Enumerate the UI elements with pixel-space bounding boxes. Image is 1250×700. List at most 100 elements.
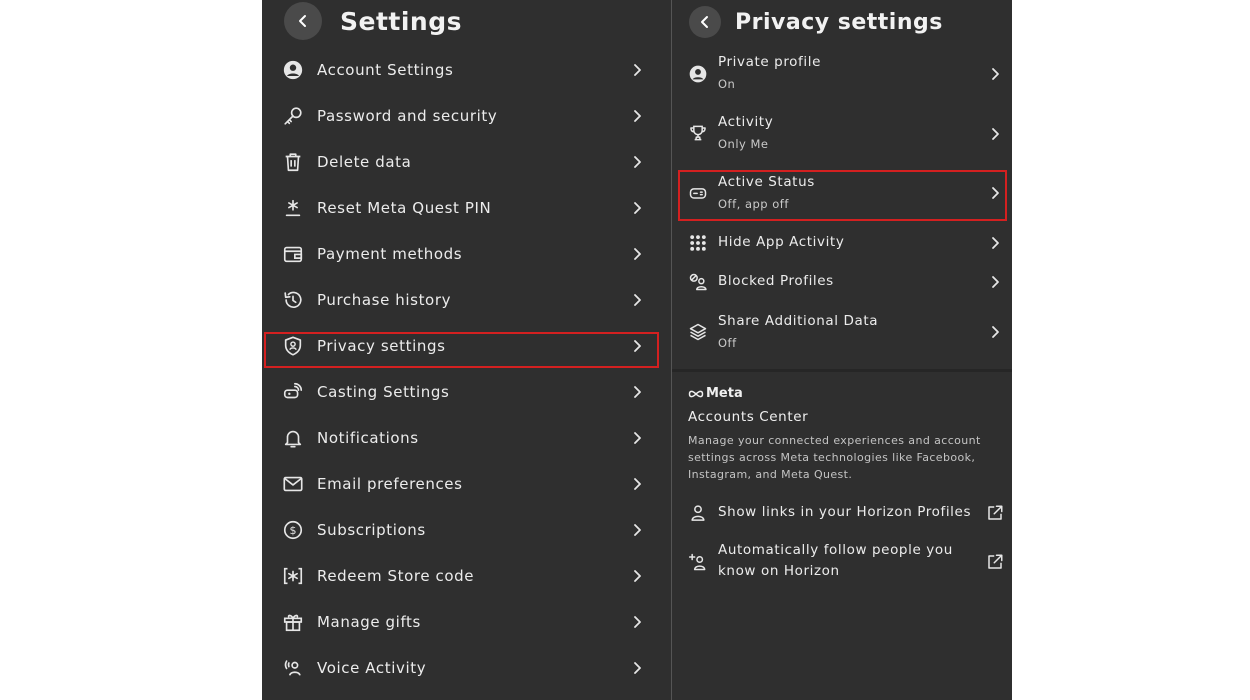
chevron-right-icon (634, 524, 641, 536)
settings-item-account-settings[interactable]: Account Settings (262, 47, 671, 93)
chevron-right-icon (992, 68, 999, 80)
settings-item-label: Reset Meta Quest PIN (317, 199, 492, 217)
page-title: Privacy settings (735, 9, 943, 35)
section-divider (672, 369, 1012, 372)
privacy-item-label: Blocked Profiles (718, 273, 834, 289)
back-button[interactable] (284, 2, 322, 40)
settings-item-password-security[interactable]: Password and security (262, 93, 671, 139)
privacy-item-label: Active Status (718, 174, 815, 190)
settings-item-payment-methods[interactable]: Payment methods (262, 231, 671, 277)
privacy-item-private-profile[interactable]: Private profile On (672, 48, 1012, 100)
page-title: Settings (340, 6, 463, 36)
settings-item-label: Notifications (317, 429, 419, 447)
settings-item-label: Account Settings (317, 61, 454, 79)
privacy-item-label: Private profile (718, 54, 821, 70)
accounts-link-auto-follow[interactable]: Automatically follow people you know on … (672, 537, 1012, 587)
account-circle-icon (688, 64, 708, 84)
settings-item-email-preferences[interactable]: Email preferences (262, 461, 671, 507)
svg-text:$: $ (290, 524, 297, 537)
chevron-right-icon (992, 326, 999, 338)
chevron-right-icon (634, 570, 641, 582)
settings-item-voice-activity[interactable]: Voice Activity (262, 645, 671, 691)
privacy-item-value: On (718, 77, 736, 91)
settings-item-redeem-store-code[interactable]: Redeem Store code (262, 553, 671, 599)
trash-icon (282, 151, 304, 173)
settings-item-purchase-history[interactable]: Purchase history (262, 277, 671, 323)
casting-icon (282, 381, 304, 403)
privacy-settings-panel: Privacy settings Private profile On Acti… (672, 0, 1012, 700)
chevron-right-icon (992, 237, 999, 249)
key-icon (282, 105, 304, 127)
meta-brand-text: Meta (706, 386, 743, 401)
layers-icon (688, 322, 708, 342)
shield-user-icon (282, 335, 304, 357)
meta-logo: Meta (688, 386, 743, 401)
chevron-right-icon (634, 64, 641, 76)
privacy-item-share-additional-data[interactable]: Share Additional Data Off (672, 307, 1012, 359)
chevron-right-icon (634, 202, 641, 214)
settings-item-subscriptions[interactable]: $ Subscriptions (262, 507, 671, 553)
voice-icon (282, 657, 304, 679)
accounts-center-title: Accounts Center (688, 409, 809, 425)
history-icon (282, 289, 304, 311)
settings-item-label: Password and security (317, 107, 498, 125)
person-add-icon (688, 552, 708, 572)
chevron-right-icon (634, 662, 641, 674)
accounts-link-label: Automatically follow people you know on … (718, 542, 953, 579)
accounts-link-show-links[interactable]: Show links in your Horizon Profiles (672, 498, 1012, 528)
chevron-left-icon (299, 15, 306, 27)
account-circle-icon (282, 59, 304, 81)
chevron-right-icon (992, 128, 999, 140)
settings-item-label: Privacy settings (317, 337, 446, 355)
privacy-header: Privacy settings (689, 4, 943, 40)
chevron-right-icon (634, 294, 641, 306)
settings-panel: Settings Account Settings Password and s… (262, 0, 671, 700)
chevron-right-icon (634, 478, 641, 490)
accounts-center-description: Manage your connected experiences and ac… (688, 434, 981, 481)
settings-item-label: Voice Activity (317, 659, 427, 677)
settings-item-label: Subscriptions (317, 521, 426, 539)
chevron-right-icon (634, 386, 641, 398)
privacy-item-blocked-profiles[interactable]: Blocked Profiles (672, 267, 1012, 297)
external-link-icon (988, 554, 1003, 569)
trophy-icon (688, 123, 708, 143)
settings-item-label: Casting Settings (317, 383, 450, 401)
bell-icon (282, 427, 304, 449)
chevron-right-icon (634, 432, 641, 444)
settings-item-delete-data[interactable]: Delete data (262, 139, 671, 185)
back-button[interactable] (689, 6, 721, 38)
chevron-right-icon (634, 340, 641, 352)
external-link-icon (988, 505, 1003, 520)
mail-icon (282, 473, 304, 495)
settings-item-privacy-settings[interactable]: Privacy settings (262, 323, 671, 369)
asterisk-icon (282, 197, 304, 219)
chevron-right-icon (634, 248, 641, 260)
chevron-right-icon (634, 156, 641, 168)
wallet-icon (282, 243, 304, 265)
meta-infinity-icon (688, 390, 704, 397)
bracket-asterisk-icon (282, 565, 304, 587)
accounts-link-label: Show links in your Horizon Profiles (718, 504, 972, 520)
settings-item-reset-pin[interactable]: Reset Meta Quest PIN (262, 185, 671, 231)
settings-item-label: Email preferences (317, 475, 463, 493)
settings-item-manage-gifts[interactable]: Manage gifts (262, 599, 671, 645)
gamepad-icon (688, 183, 708, 203)
privacy-item-activity[interactable]: Activity Only Me (672, 108, 1012, 160)
privacy-item-value: Off, app off (718, 197, 789, 211)
settings-item-label: Delete data (317, 153, 412, 171)
privacy-item-value: Off (718, 336, 737, 350)
privacy-item-hide-app-activity[interactable]: Hide App Activity (672, 228, 1012, 258)
apps-grid-icon (688, 233, 708, 253)
settings-item-label: Payment methods (317, 245, 463, 263)
chevron-right-icon (634, 110, 641, 122)
privacy-item-label: Activity (718, 114, 774, 130)
dollar-circle-icon: $ (282, 519, 304, 541)
settings-item-casting-settings[interactable]: Casting Settings (262, 369, 671, 415)
privacy-item-active-status[interactable]: Active Status Off, app off (672, 168, 1012, 220)
settings-item-label: Manage gifts (317, 613, 421, 631)
chevron-right-icon (992, 276, 999, 288)
settings-item-label: Purchase history (317, 291, 452, 309)
chevron-right-icon (992, 187, 999, 199)
settings-item-notifications[interactable]: Notifications (262, 415, 671, 461)
chevron-left-icon (701, 16, 708, 28)
